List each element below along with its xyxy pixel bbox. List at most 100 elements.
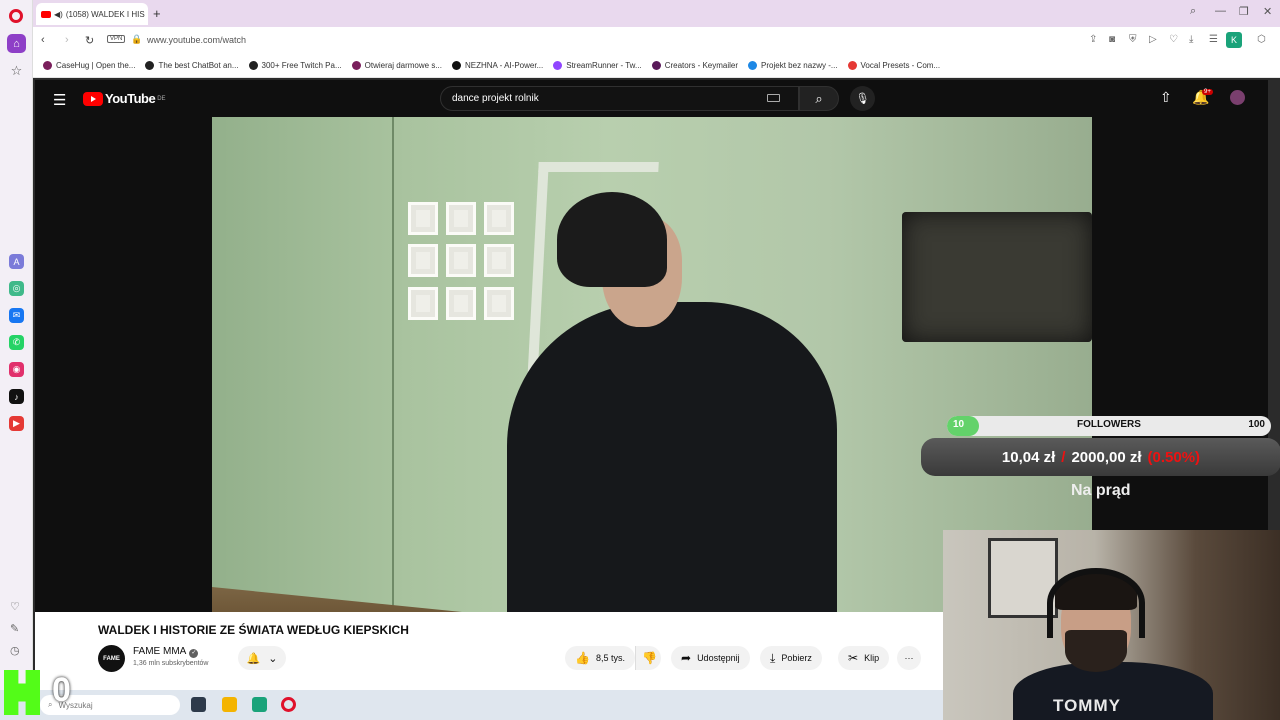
bookmark-item[interactable]: StreamRunner - Tw... [553,61,642,70]
messenger-icon[interactable]: ✉ [9,308,24,323]
download-button[interactable]: ⤓ Pobierz [760,646,822,670]
bookmark-item[interactable]: Projekt bez nazwy -... [748,61,838,70]
share-label: Udostępnij [697,653,740,663]
clip-button[interactable]: ✂ Klip [838,646,890,670]
chatgpt-icon[interactable]: ◎ [9,281,24,296]
donation-percent: (0.50%) [1147,448,1201,466]
youtube-favicon [41,10,51,18]
bookmark-item[interactable]: The best ChatBot an... [145,61,239,70]
address-bar: ‹ › ↻ VPN 🔒 www.youtube.com/watch ⇪ ◙ ⛨ … [33,27,1280,54]
history-icon[interactable]: ✎ [10,622,19,635]
extensions-icon[interactable]: ⬡ [1257,34,1266,45]
camera-icon[interactable]: ◙ [1109,34,1115,45]
reload-icon[interactable]: ↻ [85,34,94,47]
bookmark-item[interactable]: Otwieraj darmowe s... [351,61,442,70]
menu-icon[interactable]: ☰ [1209,34,1218,45]
bookmark-label: CaseHug | Open the... [56,61,136,70]
opera-logo[interactable] [9,9,23,23]
bookmark-icon[interactable]: ☆ [7,61,26,80]
screen: ⌂ ☆ A ◎ ✉ ✆ ◉ ♪ ▶ ♡ ✎ ◷ ◀) (1058) WALDEK… [0,0,1280,720]
webcam-headset [1047,568,1145,638]
opera-sidebar: ⌂ ☆ A ◎ ✉ ✆ ◉ ♪ ▶ ♡ ✎ ◷ [0,0,33,690]
more-icon: ··· [904,653,914,663]
more-actions-button[interactable]: ··· [897,646,921,670]
player-icon[interactable]: ▷ [1149,34,1157,45]
like-button[interactable]: 👍 8,5 tys. [565,646,635,670]
tab-youtube[interactable]: ◀) (1058) WALDEK I HIS [36,3,148,25]
bookmark-favicon-icon [452,61,461,70]
bookmark-favicon-icon [748,61,758,70]
lock-icon[interactable]: 🔒 [131,34,142,45]
url-field[interactable]: www.youtube.com/watch [147,35,246,45]
notification-badge: 9+ [1202,89,1213,95]
dislike-button[interactable]: 👎 [635,646,661,670]
followers-goal-bar: 10 FOLLOWERS 100 [947,416,1271,436]
bookmark-item[interactable]: CaseHug | Open the... [43,61,135,70]
maximize-button[interactable]: ❐ [1239,5,1249,18]
bookmark-favicon-icon [847,61,857,70]
aria-icon[interactable]: A [9,254,24,269]
bookmark-label: Projekt bez nazwy -... [761,61,838,70]
new-tab-button[interactable]: + [153,6,161,21]
subscriber-count: 1,36 mln subskrybentów [133,660,209,667]
chevron-down-icon: ⌄ [268,652,278,665]
back-icon[interactable]: ‹ [41,34,45,46]
forward-icon[interactable]: › [65,34,69,46]
clock-icon[interactable]: ◷ [10,644,20,657]
opera-taskbar-icon[interactable] [281,697,296,712]
minimize-button[interactable]: — [1215,5,1226,17]
subscription-bell-button[interactable]: 🔔 ⌄ [238,646,286,670]
shield-icon[interactable]: ⛨ [1129,34,1137,45]
channel-avatar[interactable]: FAME [98,645,125,672]
file-explorer-icon[interactable] [222,697,237,712]
task-view-icon[interactable] [191,697,206,712]
bookmark-item[interactable]: 300+ Free Twitch Pa... [248,61,342,70]
search-query: dance projekt rolnik [452,93,539,104]
bookmark-item[interactable]: Creators - Keymailer [651,61,738,70]
video-title: WALDEK I HISTORIE ZE ŚWIATA WEDŁUG KIEPS… [98,623,409,637]
tab-bar: ◀) (1058) WALDEK I HIS + ⌕ — ❐ ✕ [33,0,1280,27]
upload-icon[interactable]: ⇧ [1160,89,1172,106]
channel-name[interactable]: FAME MMA [133,646,186,657]
profile-avatar[interactable]: K [1226,32,1242,48]
share-icon[interactable]: ⇪ [1089,34,1097,45]
keyboard-icon[interactable] [767,94,780,102]
hamburger-menu-icon[interactable]: ☰ [53,91,66,109]
whatsapp-icon[interactable]: ✆ [9,335,24,350]
bell-outline-icon: 🔔 [246,652,261,665]
search-tabs-icon[interactable]: ⌕ [1190,5,1196,18]
donation-goal-name: Na prąd [1071,482,1131,499]
music-player-icon[interactable]: ▶ [9,416,24,431]
search-input[interactable]: dance projekt rolnik [440,86,799,111]
bookmarks-bar: CaseHug | Open the... The best ChatBot an… [33,54,1280,78]
followers-goal: 100 [1248,419,1265,430]
search-icon: ⌕ [815,90,823,106]
vpn-badge[interactable]: VPN [107,35,126,43]
instagram-icon[interactable]: ◉ [9,362,24,377]
download-icon[interactable]: ⤓ [1189,34,1193,45]
app-icon[interactable] [252,697,267,712]
close-window-button[interactable]: ✕ [1263,5,1272,18]
bookmark-item[interactable]: Vocal Presets - Com... [847,61,940,70]
search-button[interactable]: ⌕ [799,86,839,111]
microphone-icon: 🎙 [855,93,870,105]
user-avatar[interactable] [1230,90,1245,105]
home-icon[interactable]: ⌂ [7,34,26,53]
heart-outline-icon[interactable]: ♡ [1169,34,1178,45]
channel-name-row[interactable]: FAME MMA ✓ [133,646,199,658]
youtube-logo[interactable]: YouTube DE [83,91,166,106]
heart-icon[interactable]: ♡ [10,600,20,613]
clip-label: Klip [864,653,880,663]
speaker-icon[interactable]: ◀) [54,10,63,19]
donation-goal-box: 10,04 zł / 2000,00 zł (0.50%) [921,438,1280,476]
video-scene-corner [392,117,394,612]
tiktok-icon[interactable]: ♪ [9,389,24,404]
youtube-header: ☰ YouTube DE dance projekt rolnik ⌕ 🎙 ⇧ … [35,80,1268,117]
share-arrow-icon: ➦ [681,651,692,665]
tab-title: (1058) WALDEK I HIS [65,9,145,19]
share-button[interactable]: ➦ Udostępnij [671,646,750,670]
bookmark-label: 300+ Free Twitch Pa... [261,61,342,70]
bookmark-item[interactable]: NEZHNA - AI-Power... [452,61,543,70]
voice-search-button[interactable]: 🎙 [850,86,875,111]
bookmark-favicon-icon [651,61,661,70]
